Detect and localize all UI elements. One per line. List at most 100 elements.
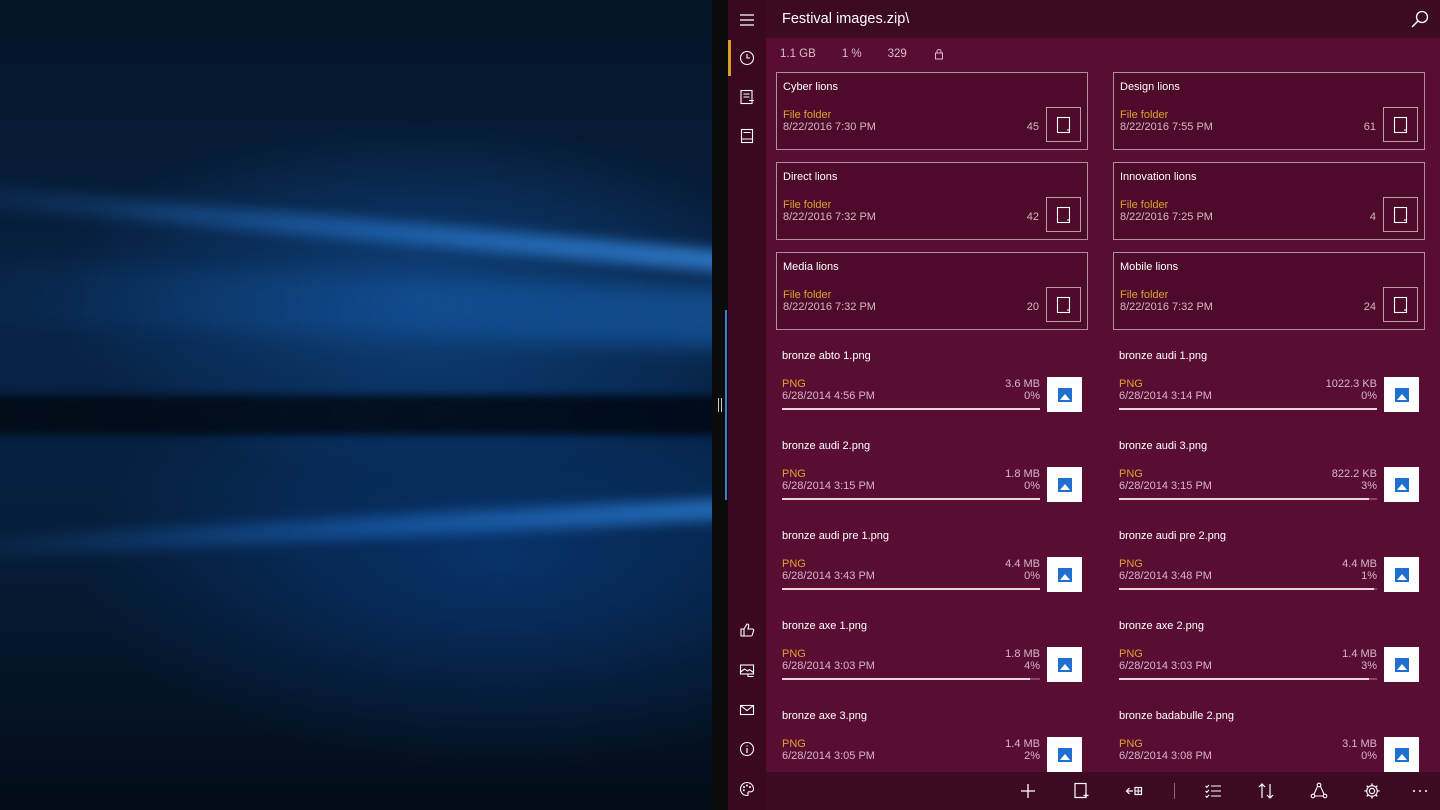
sidebar-item-like[interactable] xyxy=(728,610,766,650)
folder-count: 61 xyxy=(1363,121,1376,133)
image-file-icon xyxy=(1047,377,1082,412)
wallpaper-light-beam xyxy=(0,492,712,562)
folder-date: 8/22/2016 7:55 PM xyxy=(1120,121,1213,133)
file-type: PNG xyxy=(1119,378,1143,390)
file-compression: 2% xyxy=(1024,750,1040,762)
file-item[interactable]: bronze audi 2.png PNG 6/28/2014 3:15 PM … xyxy=(776,432,1088,510)
folder-date: 8/22/2016 7:30 PM xyxy=(783,121,876,133)
file-name: bronze audi 1.png xyxy=(1119,350,1208,362)
new-folder-button[interactable] xyxy=(1071,781,1091,801)
settings-button[interactable] xyxy=(1362,781,1382,801)
image-file-icon xyxy=(1384,647,1419,682)
compression-bar-fill xyxy=(1119,678,1370,680)
file-date: 6/28/2014 3:08 PM xyxy=(1119,750,1212,762)
compression-bar-fill xyxy=(1119,588,1375,590)
extract-button[interactable] xyxy=(1124,781,1144,801)
archive-app-window: Festival images.zip\ 1.1 GB 1 % 329 Cybe… xyxy=(728,0,1440,810)
folder-thumbnail xyxy=(1383,287,1418,322)
file-item[interactable]: bronze axe 1.png PNG 6/28/2014 3:03 PM 1… xyxy=(776,612,1088,690)
sort-button[interactable] xyxy=(1256,781,1276,801)
hamburger-menu-button[interactable] xyxy=(728,0,766,40)
file-item[interactable]: bronze axe 2.png PNG 6/28/2014 3:03 PM 1… xyxy=(1113,612,1425,690)
compression-bar xyxy=(1119,498,1377,500)
folder-date: 8/22/2016 7:25 PM xyxy=(1120,211,1213,223)
file-date: 6/28/2014 3:14 PM xyxy=(1119,390,1212,402)
file-item[interactable]: bronze abto 1.png PNG 6/28/2014 4:56 PM … xyxy=(776,342,1088,420)
folder-type: File folder xyxy=(1120,109,1169,121)
file-date: 6/28/2014 3:05 PM xyxy=(782,750,875,762)
file-compression: 3% xyxy=(1361,480,1377,492)
file-item[interactable]: bronze audi pre 2.png PNG 6/28/2014 3:48… xyxy=(1113,522,1425,600)
folder-type: File folder xyxy=(1120,289,1169,301)
sidebar xyxy=(728,0,766,810)
sidebar-item-archive[interactable] xyxy=(728,77,766,117)
folder-name: Media lions xyxy=(783,261,839,273)
file-name: bronze audi pre 2.png xyxy=(1119,530,1227,542)
add-button[interactable] xyxy=(1018,781,1038,801)
snap-splitter[interactable] xyxy=(712,0,728,810)
archive-icon xyxy=(740,89,754,105)
folder-item[interactable]: Innovation lions File folder 8/22/2016 7… xyxy=(1113,162,1425,240)
folder-count: 42 xyxy=(1026,211,1039,223)
file-item[interactable]: bronze audi pre 1.png PNG 6/28/2014 3:43… xyxy=(776,522,1088,600)
item-count: 329 xyxy=(887,48,907,60)
more-button[interactable] xyxy=(1410,781,1430,801)
extract-icon xyxy=(1125,786,1143,796)
compression-bar-fill xyxy=(782,498,1040,500)
share-button[interactable] xyxy=(1309,781,1329,801)
file-size: 1.8 MB xyxy=(1005,648,1040,660)
folder-item[interactable]: Media lions File folder 8/22/2016 7:32 P… xyxy=(776,252,1088,330)
folder-tablet-icon xyxy=(1056,116,1070,133)
file-name: bronze axe 1.png xyxy=(782,620,868,632)
file-name: bronze abto 1.png xyxy=(782,350,871,362)
file-name: bronze badabulle 2.png xyxy=(1119,710,1234,722)
settings-icon xyxy=(1364,783,1380,799)
file-date: 6/28/2014 3:15 PM xyxy=(782,480,875,492)
select-button[interactable] xyxy=(1203,781,1223,801)
mail-icon xyxy=(739,704,755,716)
share-icon xyxy=(1310,782,1328,799)
file-item[interactable]: bronze axe 3.png PNG 6/28/2014 3:05 PM 1… xyxy=(776,702,1088,780)
file-type: PNG xyxy=(782,378,806,390)
sidebar-item-mail[interactable] xyxy=(728,690,766,730)
folder-tablet-icon xyxy=(1393,296,1407,313)
folder-count: 45 xyxy=(1026,121,1039,133)
compression-bar xyxy=(1119,588,1377,590)
sidebar-item-palette[interactable] xyxy=(728,769,766,809)
folder-type: File folder xyxy=(783,199,832,211)
search-button[interactable] xyxy=(1410,9,1430,29)
file-type: PNG xyxy=(1119,738,1143,750)
sidebar-item-info[interactable] xyxy=(728,729,766,769)
folder-item[interactable]: Mobile lions File folder 8/22/2016 7:32 … xyxy=(1113,252,1425,330)
select-list-icon xyxy=(1205,784,1221,799)
file-size: 1.4 MB xyxy=(1005,738,1040,750)
splitter-grip-icon[interactable] xyxy=(718,398,722,412)
command-bar xyxy=(766,772,1440,810)
desktop-wallpaper xyxy=(0,0,712,810)
folder-item[interactable]: Design lions File folder 8/22/2016 7:55 … xyxy=(1113,72,1425,150)
archive-info-bar: 1.1 GB 1 % 329 xyxy=(780,48,945,60)
photos-icon xyxy=(739,664,755,678)
archive-size: 1.1 GB xyxy=(780,48,816,60)
compression-bar-fill xyxy=(782,588,1040,590)
file-date: 6/28/2014 3:03 PM xyxy=(782,660,875,672)
file-compression: 0% xyxy=(1361,390,1377,402)
file-item[interactable]: bronze audi 3.png PNG 6/28/2014 3:15 PM … xyxy=(1113,432,1425,510)
folder-item[interactable]: Direct lions File folder 8/22/2016 7:32 … xyxy=(776,162,1088,240)
file-item[interactable]: bronze badabulle 2.png PNG 6/28/2014 3:0… xyxy=(1113,702,1425,780)
file-date: 6/28/2014 3:43 PM xyxy=(782,570,875,582)
file-compression: 3% xyxy=(1361,660,1377,672)
sidebar-item-recent[interactable] xyxy=(728,38,766,78)
file-size: 3.1 MB xyxy=(1342,738,1377,750)
file-type: PNG xyxy=(782,468,806,480)
folder-item[interactable]: Cyber lions File folder 8/22/2016 7:30 P… xyxy=(776,72,1088,150)
info-icon xyxy=(739,741,755,757)
wallpaper-light-beam xyxy=(0,180,712,281)
file-compression: 0% xyxy=(1024,390,1040,402)
compression-bar xyxy=(782,588,1040,590)
file-type: PNG xyxy=(1119,468,1143,480)
file-date: 6/28/2014 3:03 PM xyxy=(1119,660,1212,672)
sidebar-item-photos[interactable] xyxy=(728,650,766,690)
file-item[interactable]: bronze audi 1.png PNG 6/28/2014 3:14 PM … xyxy=(1113,342,1425,420)
sidebar-item-book[interactable] xyxy=(728,116,766,156)
